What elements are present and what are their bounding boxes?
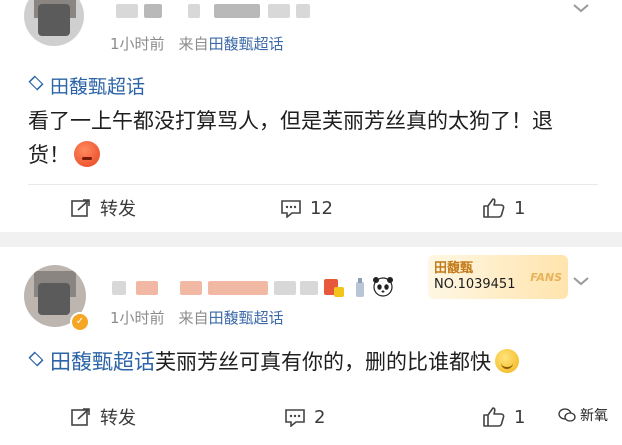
name-blur (116, 4, 138, 18)
panda-icon (373, 277, 393, 297)
bottle-icon (356, 278, 364, 297)
topic-diamond-icon (28, 351, 44, 367)
like-button[interactable]: 1 (482, 397, 525, 437)
post-card: ✓ 田馥甄 NO.1039451 FANS 1小时前 来自田馥甄超话 田馥甄超话芙… (0, 247, 622, 445)
repost-button[interactable]: 转发 (70, 397, 136, 437)
post-text-body: 芙丽芳丝可真有你的，删的比谁都快 (155, 350, 491, 374)
avatar[interactable] (24, 0, 84, 46)
action-bar: 转发 12 1 (0, 188, 622, 228)
name-blur (136, 281, 158, 295)
like-count: 1 (514, 197, 526, 219)
angry-face-emoji-icon (74, 141, 100, 167)
name-blur (188, 4, 200, 18)
action-bar: 转发 2 1 (0, 397, 622, 437)
thumbs-up-icon (483, 198, 505, 218)
repost-button[interactable]: 转发 (70, 188, 136, 228)
comment-count: 2 (314, 406, 326, 428)
post-card: 1小时前 来自田馥甄超话 田馥甄超话 看了一上午都没打算骂人，但是芙丽芳丝真的太狗… (0, 0, 622, 232)
topic-tag[interactable]: 田馥甄超话 (28, 350, 155, 374)
chevron-down-icon[interactable] (572, 2, 590, 14)
repost-label: 转发 (100, 408, 136, 429)
fans-badge[interactable]: 田馥甄 NO.1039451 FANS (428, 255, 568, 299)
topic-tag-label: 田馥甄超话 (50, 76, 146, 98)
post-text: 田馥甄超话芙丽芳丝可真有你的，删的比谁都快 (28, 345, 588, 379)
post-source-link[interactable]: 田馥甄超话 (209, 309, 284, 327)
comment-count: 12 (310, 197, 333, 219)
name-blur (214, 4, 260, 18)
avatar-blur (38, 283, 70, 315)
name-blur (274, 281, 296, 295)
topic-diamond-icon (28, 75, 44, 91)
post-text-body: 看了一上午都没打算骂人，但是芙丽芳丝真的太狗了！退货！ (28, 109, 553, 167)
avatar-blur (38, 4, 70, 36)
name-blur (112, 281, 126, 295)
fans-badge-number: NO.1039451 (434, 277, 516, 292)
comment-button[interactable]: 12 (280, 188, 333, 228)
comment-icon (281, 200, 301, 218)
like-button[interactable]: 1 (482, 188, 525, 228)
post-from-prefix: 来自 (178, 35, 209, 53)
verified-badge-icon: ✓ (70, 312, 90, 332)
name-blur (144, 4, 162, 18)
fans-badge-word: FANS (530, 271, 562, 284)
fans-badge-name: 田馥甄 (434, 261, 474, 276)
name-blur (296, 4, 310, 18)
topic-tag[interactable]: 田馥甄超话 (28, 72, 145, 99)
comment-button[interactable]: 2 (284, 397, 325, 437)
post-meta: 1小时前 来自田馥甄超话 (110, 307, 284, 328)
post-time: 1小时前 (110, 35, 165, 53)
repost-icon (71, 408, 90, 426)
chevron-down-icon[interactable] (572, 275, 590, 287)
watermark: 新氧 (558, 405, 608, 425)
post-time: 1小时前 (110, 309, 165, 327)
topic-tag-label: 田馥甄超话 (50, 350, 155, 374)
thumbs-up-icon (483, 407, 505, 427)
post-text: 看了一上午都没打算骂人，但是芙丽芳丝真的太狗了！退货！ (28, 104, 588, 172)
badge-icon (334, 287, 344, 297)
repost-label: 转发 (100, 199, 136, 220)
like-count: 1 (514, 406, 526, 428)
name-blur (208, 281, 268, 295)
name-blur (300, 281, 318, 295)
name-blur (268, 4, 290, 18)
post-source-link[interactable]: 田馥甄超话 (209, 35, 284, 53)
divider (28, 184, 598, 185)
name-blur (180, 281, 202, 295)
comment-icon (285, 409, 305, 427)
wechat-icon (558, 408, 576, 422)
post-separator (0, 232, 622, 247)
repost-icon (71, 199, 90, 217)
post-from-prefix: 来自 (178, 309, 209, 327)
post-meta: 1小时前 来自田馥甄超话 (110, 33, 284, 54)
smile-emoji-icon (495, 349, 519, 373)
watermark-text: 新氧 (580, 408, 608, 424)
